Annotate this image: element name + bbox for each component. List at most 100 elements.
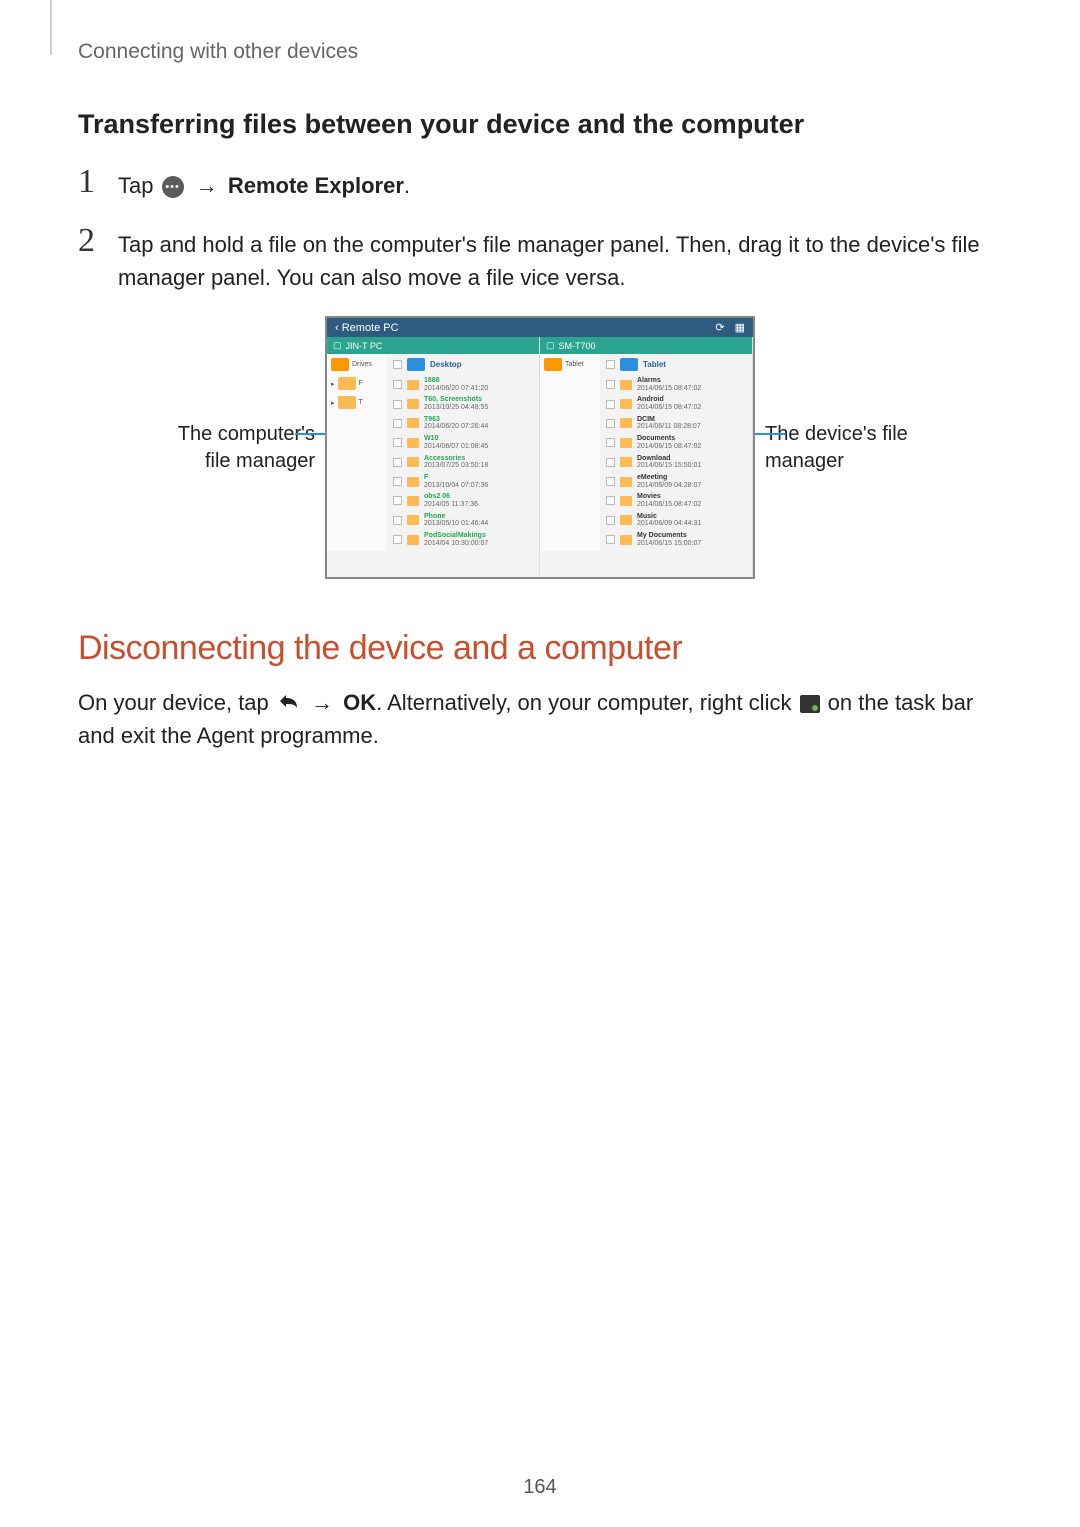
list-item[interactable]: Documents2014/06/15 08:47:02: [606, 435, 746, 450]
checkbox-icon[interactable]: [393, 458, 402, 467]
side-tree-right[interactable]: Tablet: [540, 354, 600, 551]
checkbox-icon[interactable]: [393, 477, 402, 486]
folder-icon: [407, 477, 419, 487]
checkbox-icon[interactable]: [606, 458, 615, 467]
folder-icon: [407, 380, 419, 390]
item-name: Movies: [637, 493, 701, 501]
item-name: Accessories: [424, 455, 488, 463]
list-item[interactable]: 18882014/06/20 07:41:20: [393, 377, 533, 392]
checkbox-icon[interactable]: [606, 516, 615, 525]
ok-label: OK: [343, 690, 376, 715]
path-text: JIN-T PC: [346, 341, 383, 351]
monitor-icon: ▢: [546, 340, 555, 351]
checkbox-icon[interactable]: [606, 400, 615, 409]
checkbox-icon[interactable]: [393, 438, 402, 447]
list-item[interactable]: Phone2013/05/10 01:46:44: [393, 513, 533, 528]
list-item[interactable]: My Documents2014/06/15 15:00:07: [606, 532, 746, 547]
callout-right-text: The device's file manager: [765, 423, 908, 472]
checkbox-icon[interactable]: [393, 419, 402, 428]
grid-icon[interactable]: ▦: [735, 321, 745, 334]
folder-icon: [407, 496, 419, 506]
side-item[interactable]: ▸F: [331, 377, 383, 390]
list-item[interactable]: DCIM2014/06/11 08:28:07: [606, 416, 746, 431]
pathbar-left[interactable]: ▢ JIN-T PC: [327, 337, 539, 354]
list-item[interactable]: Android2014/06/15 08:47:02: [606, 396, 746, 411]
checkbox-icon[interactable]: [606, 496, 615, 505]
item-date: 2014/06/15 08:47:02: [637, 443, 701, 451]
refresh-icon[interactable]: ⟳: [715, 321, 724, 334]
list-item[interactable]: T9632014/06/20 07:26:44: [393, 416, 533, 431]
checkbox-icon[interactable]: [606, 419, 615, 428]
list-item[interactable]: eMeeting2014/06/09 04:28:07: [606, 474, 746, 489]
side-item[interactable]: Drives: [331, 358, 383, 371]
item-name: Documents: [637, 435, 701, 443]
step-number: 1: [78, 165, 100, 202]
item-name: Phone: [424, 513, 488, 521]
callout-line: [755, 433, 785, 435]
folder-icon: [407, 457, 419, 467]
device-panel[interactable]: ▢ SM-T700 Tablet Tablet Alarms2014/06/15…: [540, 337, 753, 577]
item-name: 1888: [424, 377, 488, 385]
step1-end: .: [404, 173, 410, 198]
header-text: Tablet: [643, 360, 666, 369]
folder-icon: [407, 438, 419, 448]
folder-icon: [620, 438, 632, 448]
section-heading-transferring: Transferring files between your device a…: [78, 109, 1010, 140]
list-item[interactable]: PodSocialMakings2014/04 10:30:00:07: [393, 532, 533, 547]
list-item[interactable]: Download2014/06/15 15:50:01: [606, 455, 746, 470]
folder-icon: [620, 515, 632, 525]
folder-icon: [338, 396, 356, 409]
side-label: T: [359, 399, 363, 406]
checkbox-icon[interactable]: [606, 438, 615, 447]
list-header: Tablet: [606, 358, 746, 371]
page-number: 164: [0, 1476, 1080, 1499]
list-item[interactable]: obs2 062014/05 11:37:36: [393, 493, 533, 508]
side-tree-left[interactable]: Drives ▸F ▸T: [327, 354, 387, 551]
file-list-right[interactable]: Tablet Alarms2014/06/15 08:47:02 Android…: [600, 354, 752, 551]
step1-pre: Tap: [118, 173, 160, 198]
checkbox-icon[interactable]: [393, 360, 402, 369]
folder-icon: [620, 477, 632, 487]
item-date: 2014/06/09 04:28:07: [637, 482, 701, 490]
item-date: 2014/06/09 04:44:31: [637, 520, 701, 528]
side-item[interactable]: Tablet: [544, 358, 596, 371]
checkbox-icon[interactable]: [393, 535, 402, 544]
side-label: Drives: [352, 361, 372, 368]
computer-panel[interactable]: ▢ JIN-T PC Drives ▸F ▸T Desktop 18882014…: [327, 337, 540, 577]
folder-icon: [620, 457, 632, 467]
page-border: [50, 0, 52, 55]
checkbox-icon[interactable]: [393, 516, 402, 525]
item-name: Android: [637, 396, 701, 404]
side-item[interactable]: ▸T: [331, 396, 383, 409]
item-name: Download: [637, 455, 701, 463]
list-item[interactable]: W102014/06/07 01:08:45: [393, 435, 533, 450]
step1-bold: Remote Explorer: [228, 173, 404, 198]
callout-right: The device's file manager: [765, 421, 925, 475]
file-list-left[interactable]: Desktop 18882014/06/20 07:41:20 T60, Scr…: [387, 354, 539, 551]
folder-icon: [407, 358, 425, 371]
checkbox-icon[interactable]: [393, 496, 402, 505]
list-item[interactable]: Alarms2014/06/15 08:47:02: [606, 377, 746, 392]
list-header: Desktop: [393, 358, 533, 371]
checkbox-icon[interactable]: [606, 380, 615, 389]
step-text: Tap and hold a file on the computer's fi…: [118, 224, 990, 294]
checkbox-icon[interactable]: [606, 535, 615, 544]
checkbox-icon[interactable]: [606, 477, 615, 486]
step-1: 1 Tap ••• → Remote Explorer.: [78, 165, 1010, 202]
item-name: Music: [637, 513, 701, 521]
item-name: My Documents: [637, 532, 701, 540]
tray-agent-icon: [800, 695, 820, 713]
list-item[interactable]: Movies2014/06/15 08:47:02: [606, 493, 746, 508]
callout-left: The computer's file manager: [155, 421, 315, 475]
checkbox-icon[interactable]: [606, 360, 615, 369]
pathbar-right[interactable]: ▢ SM-T700: [540, 337, 752, 354]
list-item[interactable]: T60, Screenshots2013/10/25 04:48:55: [393, 396, 533, 411]
checkbox-icon[interactable]: [393, 380, 402, 389]
back-label[interactable]: ‹ Remote PC: [335, 322, 399, 334]
step-2: 2 Tap and hold a file on the computer's …: [78, 224, 1010, 294]
list-item[interactable]: Music2014/06/09 04:44:31: [606, 513, 746, 528]
checkbox-icon[interactable]: [393, 400, 402, 409]
list-item[interactable]: Accessories2013/07/25 03:50:18: [393, 455, 533, 470]
list-item[interactable]: F2013/10/04 07:07:36: [393, 474, 533, 489]
drive-icon: [544, 358, 562, 371]
